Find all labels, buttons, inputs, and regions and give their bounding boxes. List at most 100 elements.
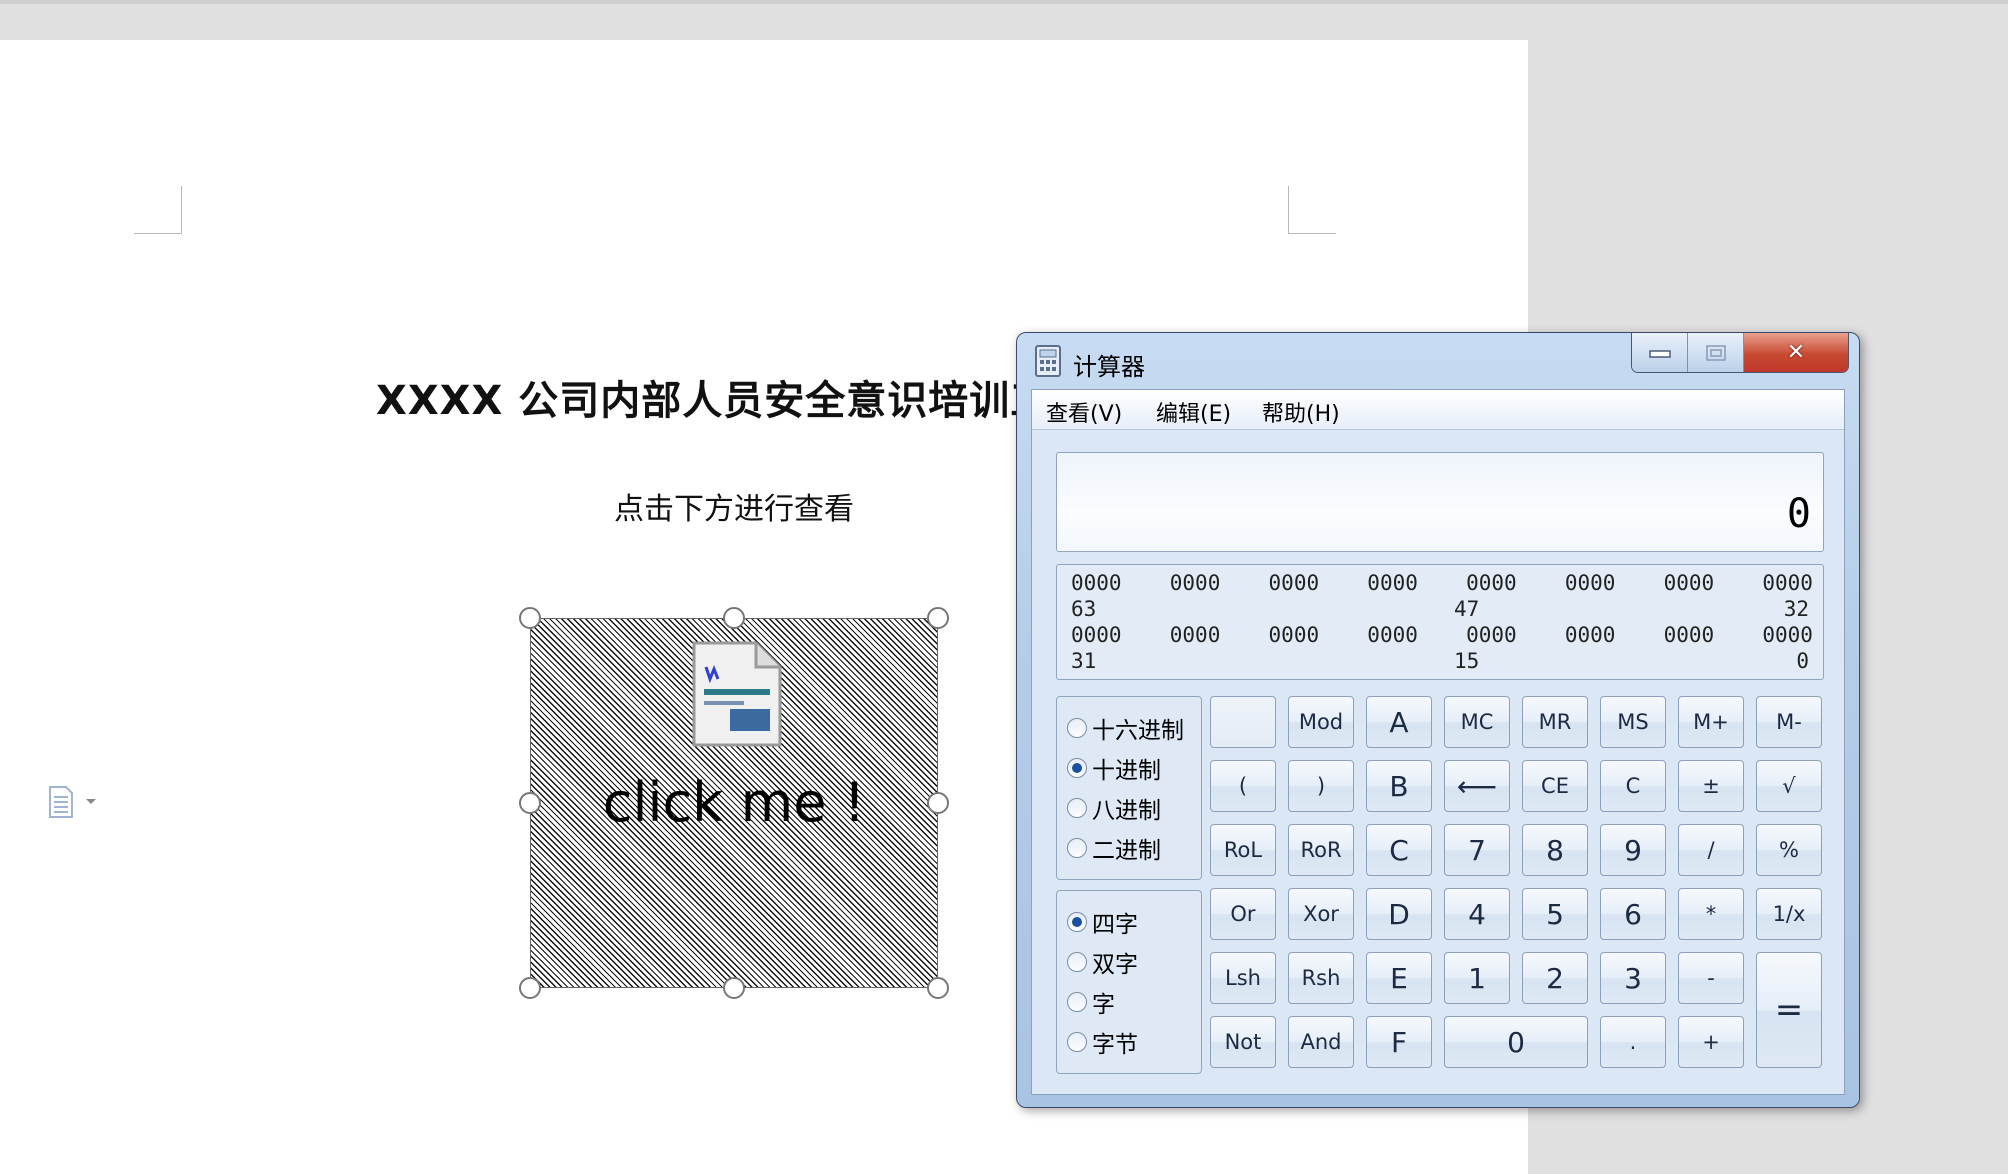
key-9[interactable]: 9 (1600, 824, 1666, 876)
bit-group[interactable]: 0000 (1664, 623, 1715, 647)
bit-panel[interactable]: 0000 0000 0000 0000 0000 0000 0000 0000 … (1056, 564, 1824, 680)
key-6[interactable]: 6 (1600, 888, 1666, 940)
bit-group[interactable]: 0000 (1762, 623, 1813, 647)
radio-hex[interactable]: 十六进制 (1067, 711, 1184, 745)
caption-buttons: ✕ (1631, 333, 1849, 373)
key-mr[interactable]: MR (1522, 696, 1588, 748)
bit-group[interactable]: 0000 (1466, 623, 1517, 647)
key-plus-minus[interactable]: ± (1678, 760, 1744, 812)
radio-byte[interactable]: 字节 (1067, 1025, 1138, 1059)
resize-handle-top-left[interactable] (519, 607, 541, 629)
resize-handle-right[interactable] (927, 792, 949, 814)
embedded-object-label: click me ! (602, 771, 866, 834)
key-percent[interactable]: % (1756, 824, 1822, 876)
key-divide[interactable]: / (1678, 824, 1744, 876)
key-ce[interactable]: CE (1522, 760, 1588, 812)
key-decimal[interactable]: . (1600, 1016, 1666, 1068)
key-or[interactable]: Or (1210, 888, 1276, 940)
calculator-title: 计算器 (1073, 353, 1145, 381)
radio-indicator (1067, 1032, 1087, 1052)
bit-group[interactable]: 0000 (1762, 571, 1813, 595)
menu-edit[interactable]: 编辑(E) (1156, 396, 1231, 428)
menu-view[interactable]: 查看(V) (1046, 396, 1122, 428)
key-clear[interactable]: C (1600, 760, 1666, 812)
key-sqrt[interactable]: √ (1756, 760, 1822, 812)
bit-group[interactable]: 0000 (1170, 623, 1221, 647)
key-hex-d[interactable]: D (1366, 888, 1432, 940)
key-hex-e[interactable]: E (1366, 952, 1432, 1004)
key-rsh[interactable]: Rsh (1288, 952, 1354, 1004)
bit-group[interactable]: 0000 (1664, 571, 1715, 595)
radio-dec[interactable]: 十进制 (1067, 751, 1161, 785)
radio-qword[interactable]: 四字 (1067, 905, 1138, 939)
bit-group[interactable]: 0000 (1565, 623, 1616, 647)
key-hex-a[interactable]: A (1366, 696, 1432, 748)
document-layout-icon[interactable] (46, 783, 106, 821)
bit-group[interactable]: 0000 (1367, 571, 1418, 595)
bit-group[interactable]: 0000 (1170, 571, 1221, 595)
radio-word[interactable]: 字 (1067, 985, 1115, 1019)
key-2[interactable]: 2 (1522, 952, 1588, 1004)
key-1[interactable]: 1 (1444, 952, 1510, 1004)
radio-label: 四字 (1092, 912, 1138, 938)
resize-handle-bottom[interactable] (723, 977, 745, 999)
minimize-button[interactable] (1632, 333, 1688, 372)
close-button[interactable]: ✕ (1744, 333, 1848, 372)
key-hex-f[interactable]: F (1366, 1016, 1432, 1068)
bit-group[interactable]: 0000 (1269, 623, 1320, 647)
key-right-paren[interactable]: ) (1288, 760, 1354, 812)
radio-label: 十进制 (1092, 758, 1161, 784)
key-ror[interactable]: RoR (1288, 824, 1354, 876)
radio-oct[interactable]: 八进制 (1067, 791, 1161, 825)
key-lsh[interactable]: Lsh (1210, 952, 1276, 1004)
document-title: XXXX 公司内部人员安全意识培训工 (376, 378, 1052, 424)
radio-dword[interactable]: 双字 (1067, 945, 1138, 979)
key-backspace[interactable]: ⟵ (1444, 760, 1510, 812)
key-m-plus[interactable]: M+ (1678, 696, 1744, 748)
key-reciprocal[interactable]: 1/x (1756, 888, 1822, 940)
key-and[interactable]: And (1288, 1016, 1354, 1068)
key-mod[interactable]: Mod (1288, 696, 1354, 748)
resize-handle-bottom-left[interactable] (519, 977, 541, 999)
key-7[interactable]: 7 (1444, 824, 1510, 876)
key-xor[interactable]: Xor (1288, 888, 1354, 940)
bit-group[interactable]: 0000 (1269, 571, 1320, 595)
bit-index: 31 (1071, 649, 1097, 673)
menu-help[interactable]: 帮助(H) (1262, 396, 1340, 428)
resize-handle-left[interactable] (519, 792, 541, 814)
embedded-object[interactable]: click me ! (530, 618, 938, 988)
key-not[interactable]: Not (1210, 1016, 1276, 1068)
resize-handle-bottom-right[interactable] (927, 977, 949, 999)
maximize-button[interactable] (1688, 333, 1744, 372)
key-hex-c[interactable]: C (1366, 824, 1432, 876)
bit-group[interactable]: 0000 (1466, 571, 1517, 595)
bit-index: 63 (1071, 597, 1097, 621)
key-left-paren[interactable]: ( (1210, 760, 1276, 812)
key-equals[interactable]: = (1756, 952, 1822, 1068)
radio-bin[interactable]: 二进制 (1067, 831, 1161, 865)
key-rol[interactable]: RoL (1210, 824, 1276, 876)
key-4[interactable]: 4 (1444, 888, 1510, 940)
bit-group[interactable]: 0000 (1367, 623, 1418, 647)
resize-handle-top[interactable] (723, 607, 745, 629)
key-0[interactable]: 0 (1444, 1016, 1588, 1068)
bit-group[interactable]: 0000 (1565, 571, 1616, 595)
key-multiply[interactable]: * (1678, 888, 1744, 940)
key-subtract[interactable]: - (1678, 952, 1744, 1004)
bit-group[interactable]: 0000 (1071, 623, 1122, 647)
resize-handle-top-right[interactable] (927, 607, 949, 629)
key-3[interactable]: 3 (1600, 952, 1666, 1004)
calculator-titlebar[interactable]: 计算器 ✕ (1017, 333, 1859, 389)
bit-group[interactable]: 0000 (1071, 571, 1122, 595)
bit-row-high: 0000 0000 0000 0000 0000 0000 0000 0000 (1071, 571, 1813, 595)
key-m-minus[interactable]: M- (1756, 696, 1822, 748)
key-5[interactable]: 5 (1522, 888, 1588, 940)
key-8[interactable]: 8 (1522, 824, 1588, 876)
key-add[interactable]: + (1678, 1016, 1744, 1068)
key-hex-b[interactable]: B (1366, 760, 1432, 812)
base-radio-group: 十六进制 十进制 八进制 二进制 (1056, 696, 1202, 880)
key-ms[interactable]: MS (1600, 696, 1666, 748)
calculator-window[interactable]: 计算器 ✕ 查看(V) 编辑(E) 帮助(H) 0 0000 0000 0000… (1016, 332, 1860, 1108)
key-mc[interactable]: MC (1444, 696, 1510, 748)
radio-indicator (1067, 758, 1087, 778)
